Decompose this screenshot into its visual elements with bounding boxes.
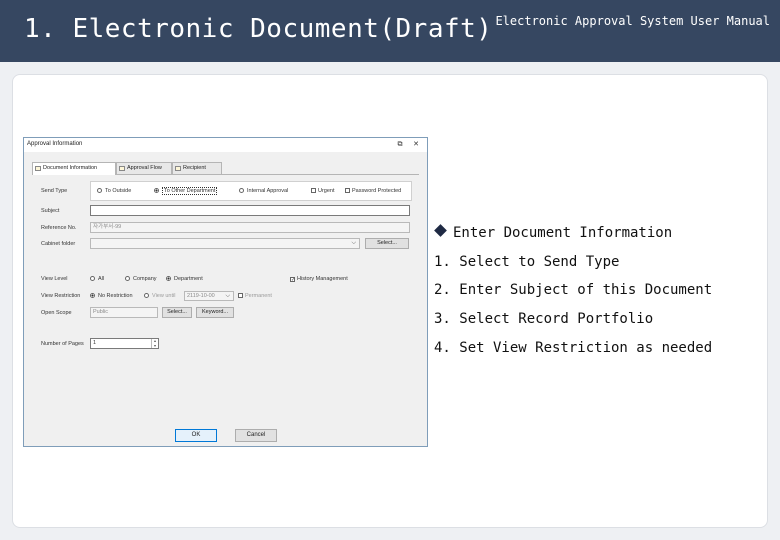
checkbox-urgent[interactable]: Urgent [311, 188, 335, 194]
radio-icon [125, 276, 130, 281]
cabinet-folder-label: Cabinet folder [41, 241, 76, 247]
checkbox-label: History Management [297, 276, 348, 282]
radio-icon [97, 188, 102, 193]
radio-icon [239, 188, 244, 193]
radio-label: No Restriction [98, 293, 133, 299]
checkbox-label: Password Protected [352, 188, 402, 194]
radio-selected-icon [166, 276, 171, 281]
cabinet-folder-select-button[interactable]: Select... [365, 238, 409, 249]
instruction-heading: Enter Document Information [453, 225, 673, 241]
radio-label: To Outside [105, 188, 132, 194]
radio-view-department[interactable]: Department [166, 276, 203, 282]
radio-view-company[interactable]: Company [125, 276, 157, 282]
dialog-title: Approval Information [27, 141, 83, 147]
instruction-step: 2. Enter Subject of this Document [434, 282, 713, 299]
close-icon[interactable]: ✕ [411, 140, 421, 149]
pages-value: 1 [93, 340, 97, 346]
subject-label: Subject [41, 208, 60, 214]
instruction-heading-row: Enter Document Information [434, 219, 712, 248]
radio-label: All [98, 276, 105, 282]
dialog-titlebar: Approval Information ⧉ ✕ [24, 138, 427, 152]
open-scope-field: Public [90, 307, 158, 318]
tab-label: Recipient [183, 165, 206, 171]
view-level-label: View Level [41, 276, 68, 282]
reference-no-field: 자가부서-99 [90, 222, 410, 233]
open-scope-select-button[interactable]: Select... [162, 307, 192, 318]
checkbox-label: Permanent [245, 293, 272, 299]
slide-header: 1. Electronic Document(Draft) Electronic… [0, 0, 780, 62]
radio-label: To Other Department [162, 187, 218, 195]
tab-label: Approval Flow [127, 165, 162, 171]
date-value: 2119-10-00 [187, 293, 215, 299]
checkbox-icon [238, 293, 243, 298]
checkbox-label: Urgent [318, 188, 335, 194]
number-of-pages-label: Number of Pages [41, 341, 84, 347]
checkbox-checked-icon: ✓ [290, 277, 296, 283]
calendar-dropdown-icon: ⌵ [225, 293, 230, 299]
ok-button[interactable]: OK [175, 429, 217, 442]
subject-input[interactable] [90, 205, 410, 216]
cancel-button[interactable]: Cancel [235, 429, 277, 442]
radio-label: Internal Approval [247, 188, 289, 194]
document-information-panel: Send Type To Outside To Other Department… [32, 174, 419, 424]
radio-selected-icon [90, 293, 95, 298]
checkbox-icon [311, 188, 316, 193]
tab-approval-flow[interactable]: Approval Flow [116, 162, 172, 174]
reference-no-label: Reference No. [41, 225, 77, 231]
radio-view-all[interactable]: All [90, 276, 104, 282]
chevron-down-icon: ⌵ [351, 240, 356, 246]
instruction-step: 3. Select Record Portfolio [434, 311, 654, 328]
radio-no-restriction[interactable]: No Restriction [90, 293, 133, 299]
radio-internal-approval[interactable]: Internal Approval [239, 188, 288, 194]
view-until-date-field[interactable]: 2119-10-00 ⌵ [184, 291, 234, 301]
send-type-label: Send Type [41, 188, 68, 194]
open-scope-label: Open Scope [41, 310, 72, 316]
radio-label: View until [152, 293, 176, 299]
radio-icon [144, 293, 149, 298]
checkbox-permanent[interactable]: Permanent [238, 293, 272, 299]
radio-label: Company [133, 276, 157, 282]
radio-selected-icon [154, 188, 159, 193]
radio-view-until[interactable]: View until [144, 293, 175, 299]
instruction-list: Enter Document Information 1. Select to … [434, 219, 712, 362]
instruction-step: 4. Set View Restriction as needed [434, 339, 713, 356]
keyword-button[interactable]: Keyword... [196, 307, 234, 318]
approval-information-dialog: Approval Information ⧉ ✕ Document Inform… [23, 137, 428, 447]
number-of-pages-stepper[interactable]: 1 ▴ ▾ [90, 338, 159, 349]
flow-icon [119, 166, 125, 171]
spinner-arrows-icon[interactable]: ▴ ▾ [151, 339, 158, 348]
diamond-bullet-icon [434, 224, 447, 237]
radio-icon [90, 276, 95, 281]
instruction-step: 1. Select to Send Type [434, 253, 620, 270]
radio-label: Department [174, 276, 203, 282]
manual-title: Electronic Approval System User Manual [495, 14, 770, 28]
radio-to-outside[interactable]: To Outside [97, 188, 131, 194]
checkbox-password-protected[interactable]: Password Protected [345, 188, 401, 194]
tab-document-information[interactable]: Document Information [32, 162, 116, 175]
recipient-icon [175, 166, 181, 171]
document-icon [35, 166, 41, 171]
cabinet-folder-dropdown[interactable]: ⌵ [90, 238, 360, 249]
checkbox-icon [345, 188, 350, 193]
radio-to-other-department[interactable]: To Other Department [154, 187, 218, 195]
slide-title: 1. Electronic Document(Draft) [24, 14, 493, 44]
view-restriction-label: View Restriction [41, 293, 81, 299]
checkbox-history-management[interactable]: ✓ History Management [290, 276, 348, 283]
tab-recipient[interactable]: Recipient [172, 162, 222, 174]
tab-label: Document Information [43, 165, 98, 171]
restore-icon[interactable]: ⧉ [395, 140, 405, 149]
